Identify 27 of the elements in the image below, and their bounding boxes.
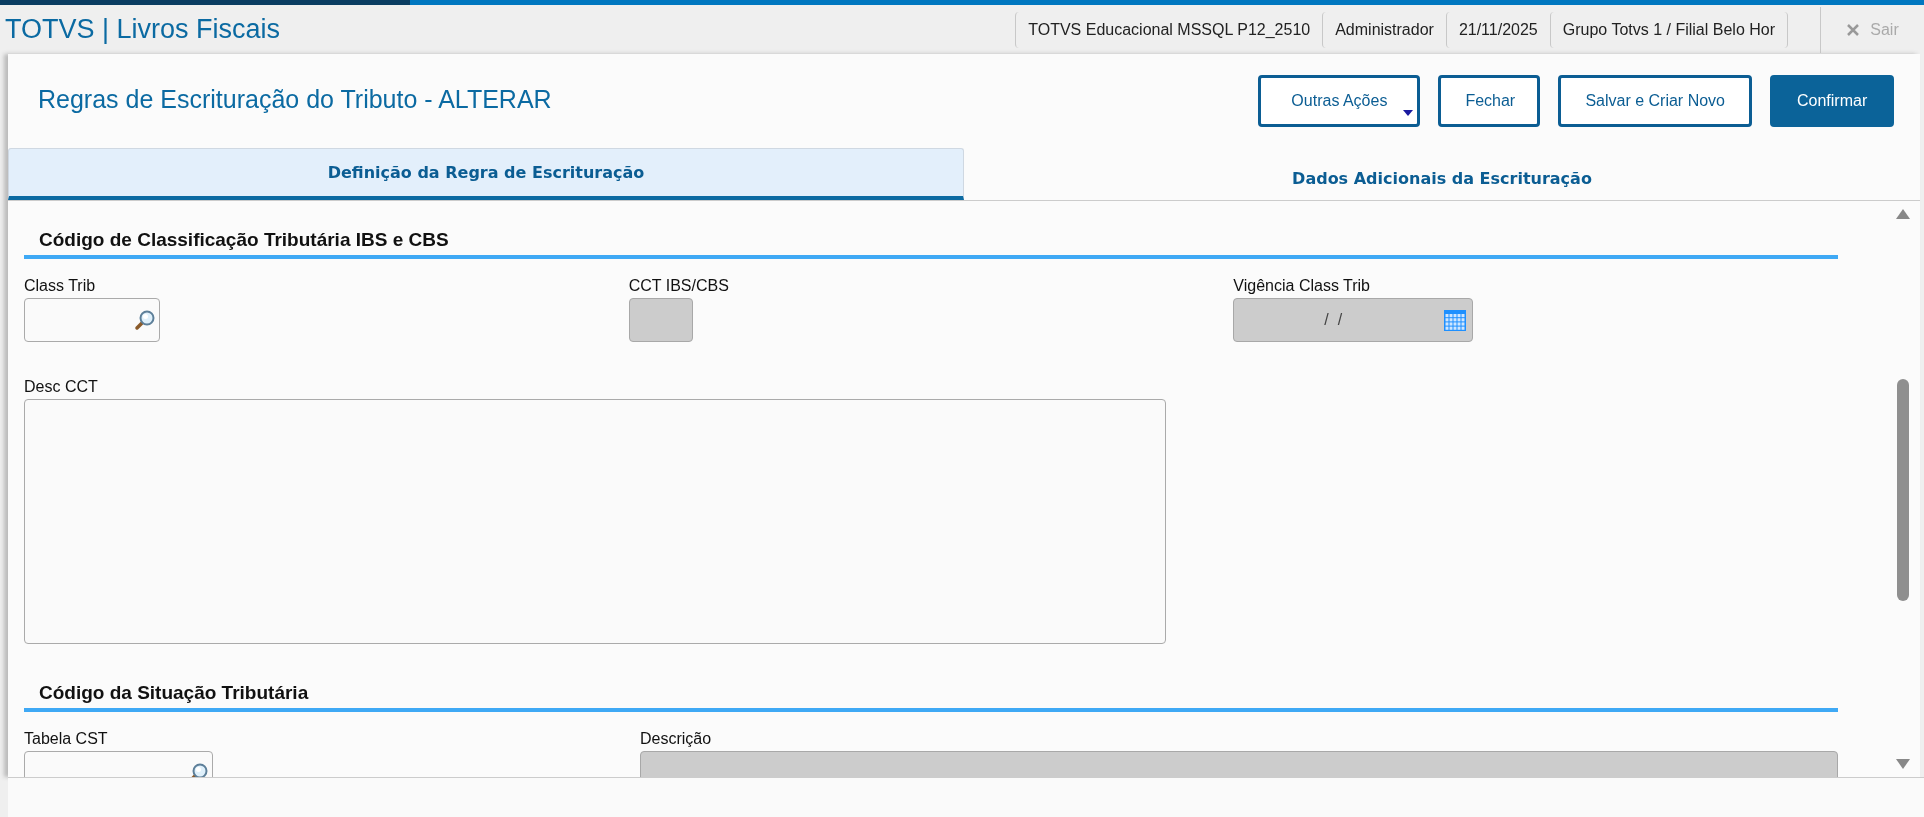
field-label: CCT IBS/CBS <box>628 277 730 295</box>
field-label: Descrição <box>640 730 713 748</box>
scroll-down-icon[interactable] <box>1896 759 1910 769</box>
field-label: Vigência Class Trib <box>1233 277 1371 295</box>
status-item: Grupo Totvs 1 / Filial Belo Hor <box>1549 11 1788 48</box>
action-button[interactable]: Outras Ações <box>1258 75 1421 127</box>
app-title: TOTVS | Livros Fiscais <box>4 14 282 45</box>
input-field[interactable] <box>24 399 1166 644</box>
status-item: 21/11/2025 <box>1445 11 1550 48</box>
action-button[interactable]: Confirmar <box>1770 75 1894 127</box>
section-title: Código da Situação Tributária <box>24 682 1838 712</box>
close-icon <box>1846 22 1861 37</box>
section-title: Código de Classificação Tributária IBS e CBS <box>24 229 1838 259</box>
field-label: Desc CCT <box>24 378 99 396</box>
search-icon[interactable] <box>134 309 156 331</box>
action-button[interactable]: Fechar <box>1438 75 1541 127</box>
page-title: Regras de Escrituração do Tributo - ALTERAR <box>38 84 553 114</box>
caret-icon <box>1403 110 1414 116</box>
status-item: TOTVS Educacional MSSQL P12_2510 <box>1015 11 1323 48</box>
status-item: Administrador <box>1322 11 1446 48</box>
field-label: Tabela CST <box>24 730 109 748</box>
scroll-thumb[interactable] <box>1897 379 1909 601</box>
field-label: Class Trib <box>24 277 97 295</box>
tab[interactable]: Definição da Regra de Escrituração <box>8 148 964 200</box>
action-button[interactable]: Salvar e Criar Novo <box>1558 75 1752 127</box>
input-field[interactable] <box>24 298 160 342</box>
scroll-up-icon[interactable] <box>1896 209 1910 219</box>
